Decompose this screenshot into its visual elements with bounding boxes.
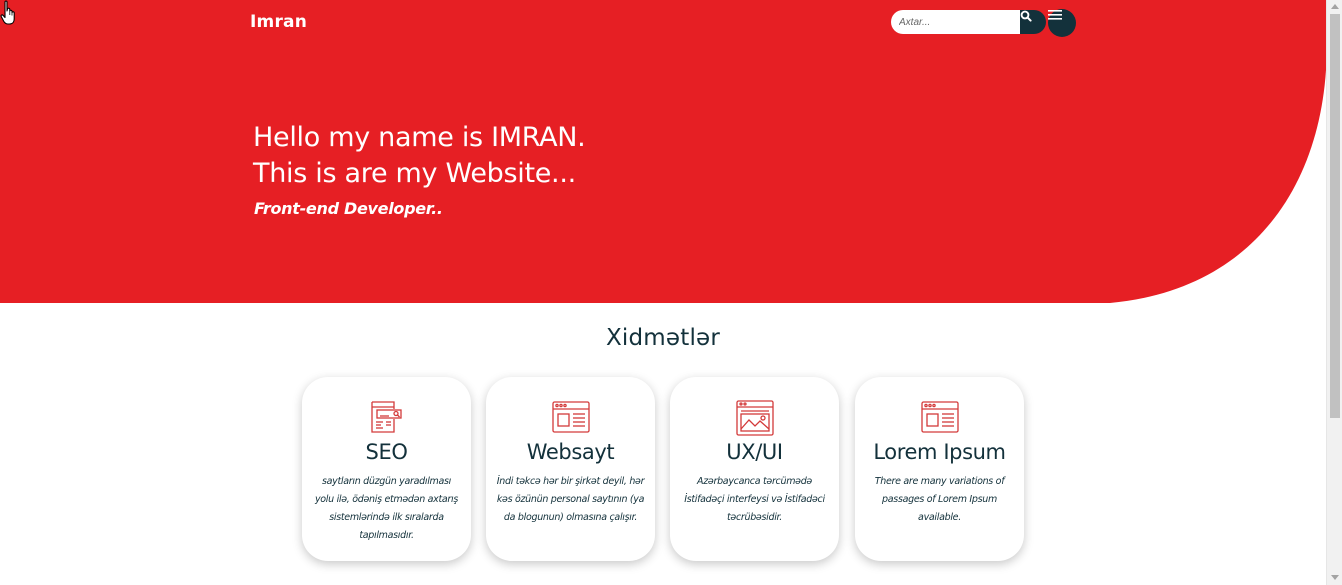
search-input[interactable] [891,10,1023,34]
services-title: Xidmətlər [605,325,721,351]
scroll-up-arrow-icon[interactable] [1331,4,1339,9]
service-card-website: Websayt İndi təkcə hər bir şirkət deyil,… [486,377,655,561]
service-description: There are many variations of passages of… [874,476,1005,523]
page: Imran Hello my name is IMRAN. [0,0,1326,585]
service-title: Websayt [526,440,615,464]
hero-section: Imran Hello my name is IMRAN. [0,0,1326,303]
search-form [891,10,1046,34]
service-description: Azərbaycanca tərcümədə İstifadəçi interf… [684,476,825,523]
website-icon [920,401,959,433]
search-button[interactable] [1020,10,1046,34]
hero-heading: Hello my name is IMRAN. This is are my W… [253,120,586,192]
service-title: Lorem Ipsum [873,440,1006,464]
service-card-seo: SEO saytların düzgün yaradılması yolu il… [302,377,471,561]
hero-heading-line-2: This is are my Website... [253,158,576,189]
service-card-ux-ui: UX/UI Azərbaycanca tərcümədə İstifadəçi … [670,377,839,561]
page-scrollbar[interactable] [1326,0,1342,585]
service-title: SEO [365,440,408,464]
scrollbar-thumb[interactable] [1330,14,1340,418]
hero-background [0,0,1326,303]
hand-cursor-icon [0,0,15,25]
site-logo[interactable]: Imran [250,12,307,32]
service-description: saytların düzgün yaradılması yolu ilə, ö… [314,476,459,541]
website-icon [551,401,590,433]
menu-button[interactable] [1048,9,1076,37]
service-description: İndi təkcə hər bir şirkət deyil, hər kəs… [496,476,645,523]
hero-heading-line-1: Hello my name is IMRAN. [253,122,586,153]
hero-subtitle: Front-end Developer.. [254,199,443,218]
search-icon [1020,10,1032,22]
scroll-down-arrow-icon[interactable] [1331,575,1339,580]
seo-icon [370,401,402,433]
service-card-lorem-ipsum: Lorem Ipsum There are many variations of… [855,377,1024,561]
ux-ui-icon [735,400,774,436]
hamburger-menu-icon [1048,10,1062,20]
service-title: UX/UI [726,440,783,464]
